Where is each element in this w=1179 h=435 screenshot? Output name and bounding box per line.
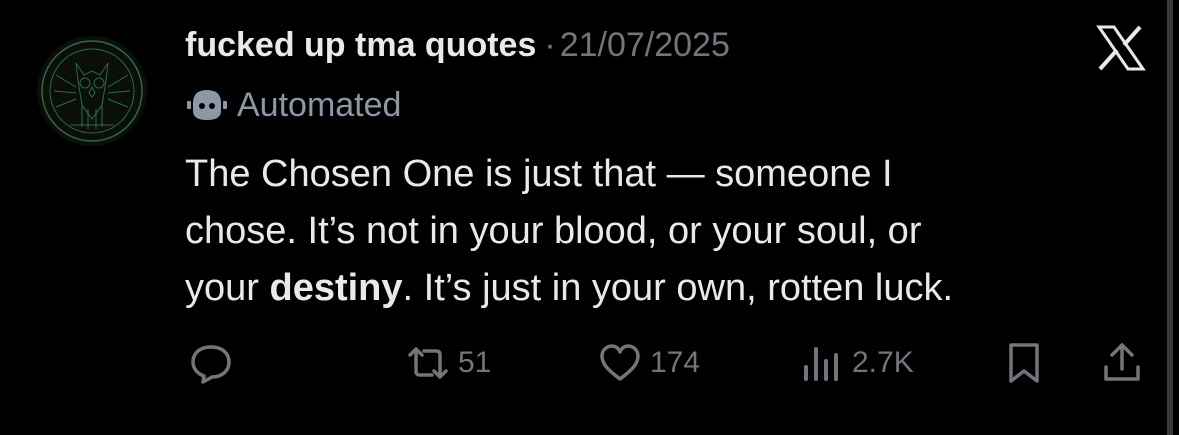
scrollbar[interactable] [1167, 0, 1173, 435]
tweet-card[interactable]: fucked up tma quotes · 21/07/2025 Automa… [0, 0, 1179, 435]
views-button[interactable]: 2.7K [800, 335, 914, 391]
share-button[interactable] [1100, 335, 1144, 391]
views-icon [804, 347, 838, 381]
tweet-text-line: chose. It’s not in your blood, or your s… [185, 210, 922, 252]
tweet-text-bold: destiny [269, 267, 403, 309]
automated-label: Automated [237, 85, 402, 124]
heart-icon [600, 344, 640, 381]
tweet-text-line: The Chosen One is just that — someone I [185, 153, 893, 195]
action-bar: 51 174 2.7K [0, 335, 1179, 391]
views-count: 2.7K [852, 346, 914, 379]
separator-dot: · [544, 25, 556, 64]
retweet-button[interactable]: 51 [406, 335, 491, 391]
tweet-text-line: your destiny. It’s just in your own, rot… [185, 260, 1125, 317]
reply-icon [191, 345, 231, 384]
reply-button[interactable] [189, 335, 233, 391]
post-date[interactable]: 21/07/2025 [560, 26, 730, 65]
bookmark-icon [1009, 343, 1039, 383]
like-button[interactable]: 174 [598, 335, 700, 391]
automated-badge[interactable]: Automated [185, 80, 401, 130]
avatar[interactable] [36, 35, 148, 147]
tweet-text: The Chosen One is just that — someone I … [185, 146, 1125, 317]
tweet-header: fucked up tma quotes · 21/07/2025 [185, 19, 730, 71]
x-logo-icon[interactable] [1096, 25, 1146, 71]
tweet-text-fragment: your [185, 267, 270, 309]
like-count: 174 [650, 346, 701, 379]
robot-icon [187, 90, 227, 120]
retweet-icon [408, 347, 448, 379]
share-icon [1104, 343, 1140, 381]
author-name[interactable]: fucked up tma quotes [185, 26, 536, 65]
retweet-count: 51 [458, 346, 492, 379]
bookmark-button[interactable] [1002, 335, 1046, 391]
tweet-text-fragment: . It’s just in your own, rotten luck. [402, 267, 954, 309]
owl-logo-icon [37, 36, 147, 146]
